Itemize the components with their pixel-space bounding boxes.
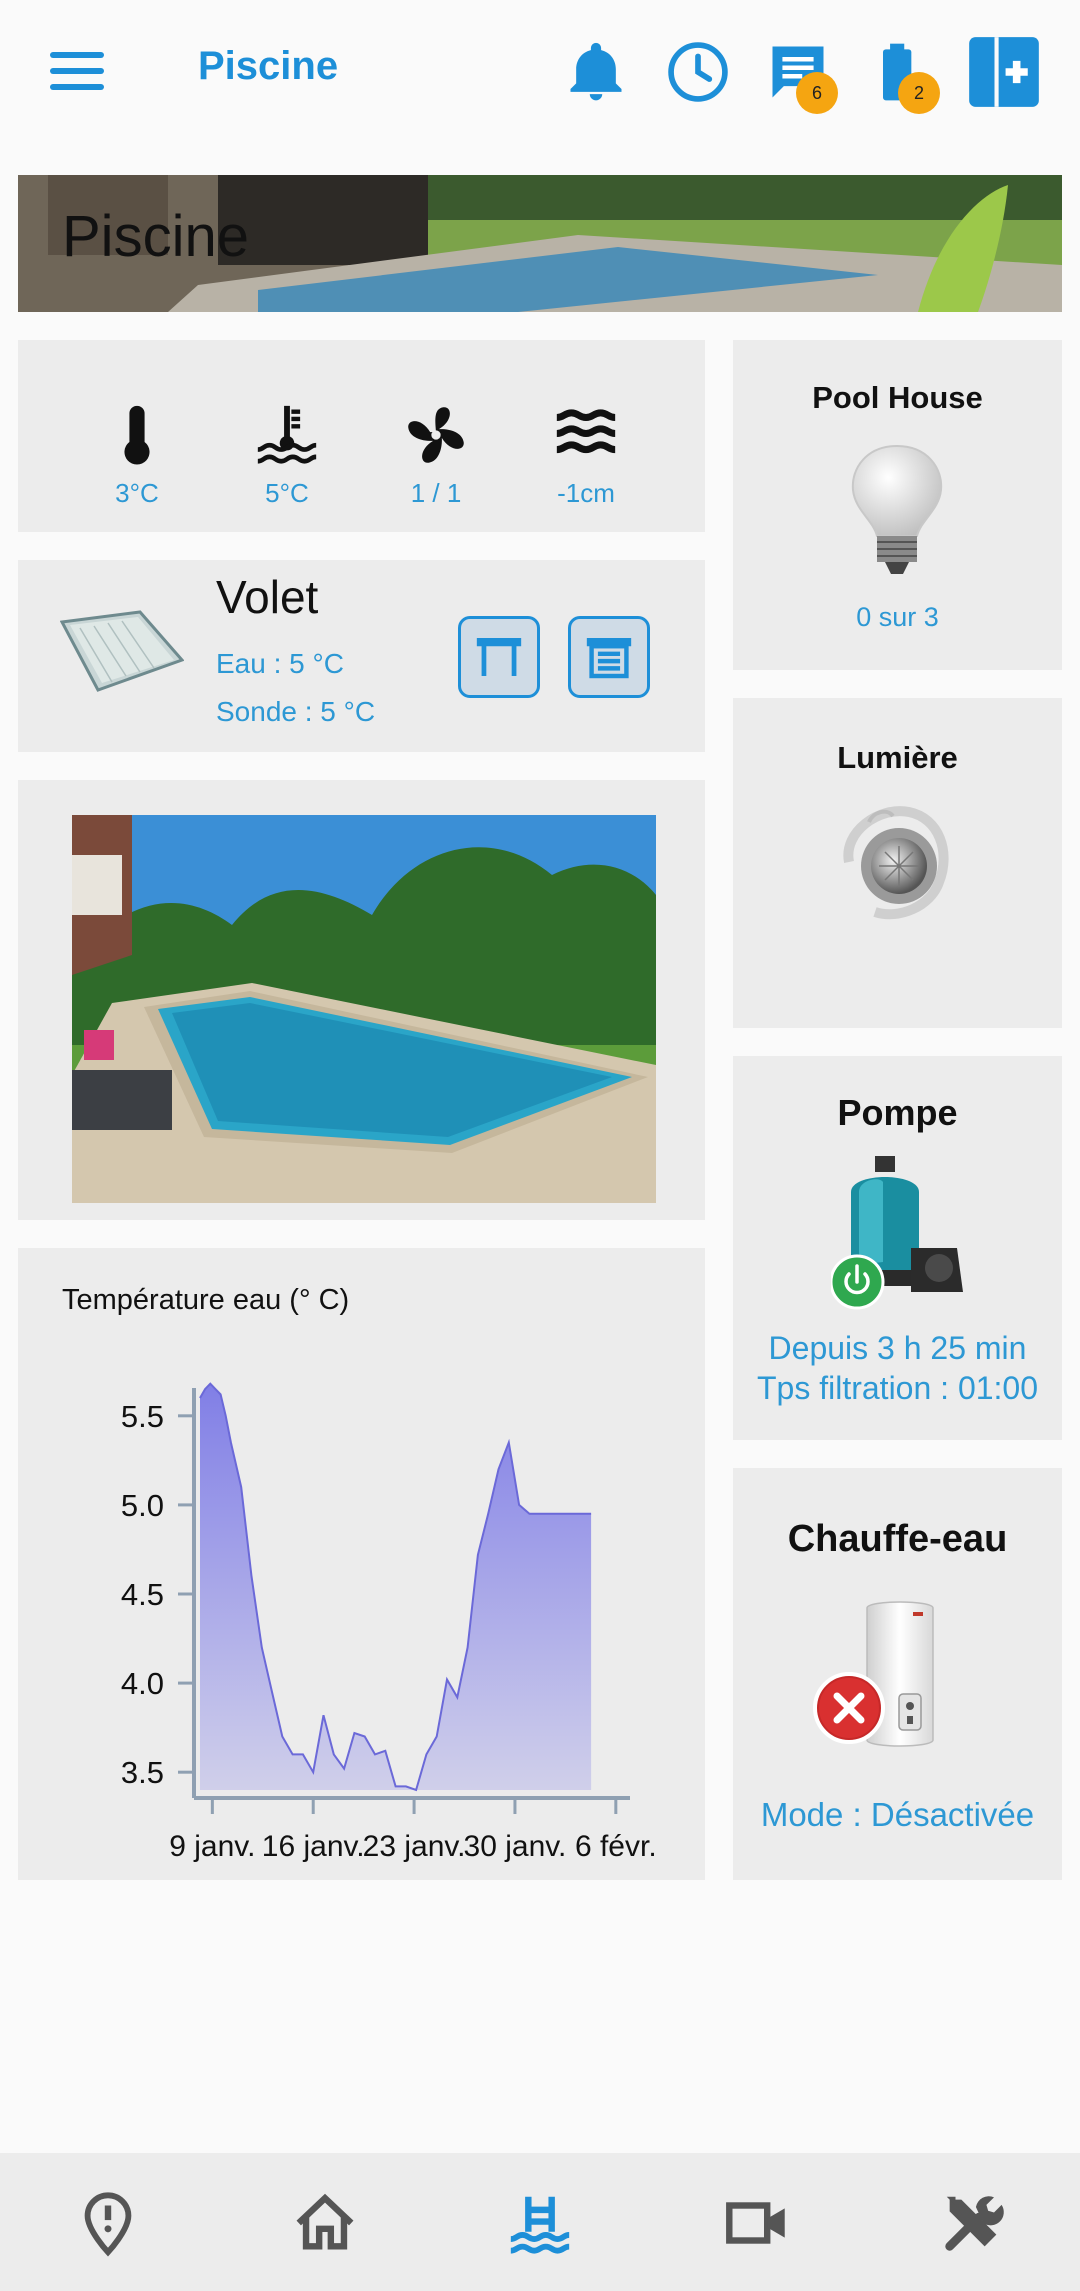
volet-water-temp: Eau : 5 °C	[216, 648, 344, 679]
fan-icon	[408, 407, 464, 463]
page-title: Piscine	[198, 44, 339, 88]
chart-y-tick-label: 5.5	[121, 1399, 164, 1434]
messages-badge: 6	[796, 72, 838, 114]
thermometer-icon	[124, 405, 150, 465]
water-level-icon	[556, 409, 616, 454]
pompe-filtration-time: Tps filtration : 01:00	[756, 1370, 1039, 1406]
bottom-navigation	[0, 2153, 1080, 2291]
pool-photo	[72, 815, 656, 1203]
home-icon[interactable]	[290, 2188, 360, 2258]
add-icon[interactable]	[966, 34, 1042, 110]
sensor-value: 3°C	[115, 478, 159, 508]
pompe-title: Pompe	[837, 1092, 958, 1133]
sensor-value: 5°C	[265, 478, 309, 508]
sensor-air-temperature: 3°C	[77, 400, 197, 509]
chart-y-tick-label: 4.0	[121, 1666, 164, 1701]
chart-x-tick-label: 6 févr.	[575, 1830, 657, 1863]
sensors-card: 3°C 5°C 1 / 1 -1cm	[18, 340, 705, 532]
light-bulb-icon	[851, 444, 943, 574]
pompe-running-since: Depuis 3 h 25 min	[768, 1330, 1027, 1366]
chart-x-tick-label: 23 janv.	[363, 1830, 466, 1863]
pool-photo-card	[18, 780, 705, 1220]
volet-close-icon	[586, 638, 632, 679]
pool-icon[interactable]	[505, 2188, 575, 2258]
volet-open-button[interactable]	[458, 616, 540, 698]
chauffe-eau-card[interactable]: Chauffe-eau Mode : Désactivée	[733, 1468, 1062, 1880]
sensor-fan: 1 / 1	[376, 400, 496, 509]
chart-x-tick-label: 9 janv.	[169, 1830, 255, 1863]
water-temperature-icon	[257, 405, 317, 464]
volet-close-button[interactable]	[568, 616, 650, 698]
banner: Piscine	[18, 175, 1062, 312]
chart-y-tick-label: 4.5	[121, 1577, 164, 1612]
camera-icon[interactable]	[722, 2188, 792, 2258]
volet-title: Volet	[216, 571, 319, 623]
water-heater-icon	[813, 1601, 934, 1747]
pool-pump-icon	[831, 1156, 963, 1310]
pool-house-card[interactable]: Pool House 0 sur 3	[733, 340, 1062, 670]
clock-icon[interactable]	[664, 38, 732, 106]
water-temperature-chart: 3.5 4.0 4.5 5.0 5.5 9 janv. 16 janv.23 janv.30…	[121, 1382, 657, 1863]
sensor-water-temperature: 5°C	[227, 400, 347, 509]
chauffe-eau-mode: Mode : Désactivée	[760, 1796, 1035, 1833]
chauffe-eau-title: Chauffe-eau	[787, 1518, 1008, 1560]
volet-open-icon	[476, 638, 522, 676]
water-temperature-chart-card: Température eau (° C) 3.5 4.0 4.5 5.0 5.5 9 j…	[18, 1248, 705, 1880]
sensor-value: 1 / 1	[410, 478, 462, 508]
chart-x-tick-label: 16 janv.	[262, 1830, 365, 1863]
pool-cover-icon	[60, 610, 184, 692]
banner-title: Piscine	[62, 204, 249, 269]
battery-badge: 2	[898, 72, 940, 114]
sensor-value: -1cm	[557, 478, 615, 508]
chart-y-tick-label: 3.5	[121, 1755, 164, 1790]
sensor-water-level: -1cm	[526, 400, 646, 509]
chart-x-tick-label: 30 janv.	[464, 1830, 567, 1863]
map-pin-icon[interactable]	[73, 2188, 143, 2258]
pool-light-icon	[843, 806, 949, 920]
volet-card: Volet Eau : 5 °C Sonde : 5 °C	[18, 560, 705, 752]
pool-house-status: 0 sur 3	[856, 602, 939, 632]
menu-icon[interactable]	[50, 52, 104, 92]
chart-y-tick-label: 5.0	[121, 1488, 164, 1523]
chart-area	[200, 1383, 592, 1790]
lumiere-card[interactable]: Lumière	[733, 698, 1062, 1028]
pompe-card[interactable]: Pompe Depuis 3 h 25 min Tps filtration :…	[733, 1056, 1062, 1440]
volet-probe-temp: Sonde : 5 °C	[216, 696, 376, 727]
lumiere-title: Lumière	[837, 740, 958, 775]
app-header: Piscine 6 2	[0, 0, 1080, 145]
bell-icon[interactable]	[562, 38, 630, 106]
pool-house-title: Pool House	[812, 380, 983, 415]
tools-icon[interactable]	[938, 2188, 1008, 2258]
